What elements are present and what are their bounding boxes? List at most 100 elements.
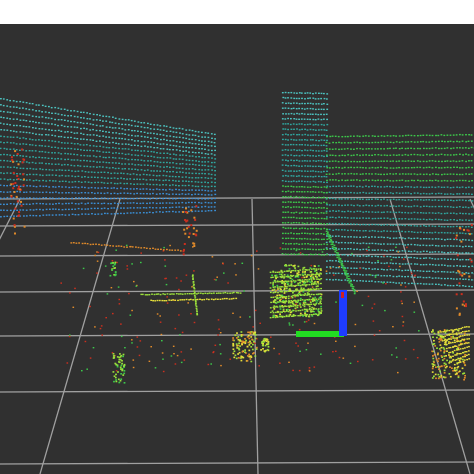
floor-point <box>194 299 197 301</box>
box-point <box>267 341 270 343</box>
right-wall-scan <box>422 140 425 143</box>
left-wall-scan <box>204 153 207 155</box>
box-point <box>263 338 266 340</box>
chair-point <box>297 289 299 292</box>
point-cloud-scene[interactable] <box>0 24 474 474</box>
left-wall-scan <box>129 212 132 214</box>
right-wall-scan <box>449 238 452 240</box>
right-wall-scan <box>377 160 380 163</box>
right-wall-scan <box>392 154 395 156</box>
left-wall-scan <box>133 193 136 195</box>
right-wall-scan <box>404 256 407 258</box>
left-wall-scan <box>25 197 28 199</box>
box-point <box>449 351 452 354</box>
box-point <box>235 343 238 345</box>
left-wall-scan <box>48 111 50 114</box>
pillar-scan <box>312 243 314 246</box>
chair-point <box>292 309 295 312</box>
left-wall-scan <box>181 128 184 130</box>
left-wall-scan <box>156 128 159 130</box>
box-point <box>253 340 255 343</box>
left-wall-scan <box>178 167 181 169</box>
right-wall-scan <box>355 267 358 269</box>
floor-point <box>227 282 229 284</box>
left-wall-scan <box>108 131 110 133</box>
chair-point <box>287 290 290 292</box>
left-wall-scan <box>191 151 194 153</box>
rviz-3d-viewport[interactable] <box>0 24 474 474</box>
left-wall-scan <box>201 144 203 146</box>
floor-point <box>196 314 199 316</box>
left-wall-scan <box>117 143 120 145</box>
right-wall-scan <box>441 245 443 247</box>
left-wall-scan <box>201 140 203 142</box>
box-point <box>452 370 454 372</box>
pillar-scan <box>295 139 298 141</box>
left-wall-scan <box>92 166 95 168</box>
left-wall-scan <box>131 149 133 151</box>
left-wall-scan <box>121 168 124 170</box>
box-point <box>440 355 443 357</box>
right-wall-scan <box>440 277 443 280</box>
pillar-scan <box>325 129 328 131</box>
chair-point <box>308 274 311 276</box>
left-wall-scan <box>191 177 194 179</box>
pillar-scan <box>292 190 295 193</box>
left-wall-scan <box>197 198 200 200</box>
left-wall-scan <box>39 215 41 217</box>
right-wall-scan <box>460 293 463 296</box>
floor-point <box>229 358 231 360</box>
right-wall-scan <box>344 192 346 194</box>
left-wall-scan <box>74 208 77 210</box>
left-wall-scan <box>184 211 187 213</box>
right-wall-scan <box>395 230 398 233</box>
left-wall-scan <box>65 202 67 205</box>
right-wall-scan <box>331 246 334 248</box>
box-point <box>432 365 434 368</box>
left-wall-scan <box>195 160 197 162</box>
left-wall-scan <box>9 215 12 218</box>
left-wall-scan <box>174 211 177 213</box>
right-wall-scan <box>425 257 428 259</box>
box-point <box>463 334 466 336</box>
right-wall-scan <box>347 142 350 144</box>
right-wall-scan <box>440 231 443 234</box>
right-wall-scan <box>413 257 416 259</box>
right-wall-scan <box>353 211 356 213</box>
left-wall-scan <box>38 122 40 124</box>
right-wall-scan <box>334 272 337 275</box>
left-wall-scan <box>12 106 15 108</box>
left-wall-scan <box>103 187 106 189</box>
chair-point <box>294 269 297 271</box>
pillar-scan <box>312 170 314 172</box>
box-point <box>454 370 457 372</box>
pillar-scan <box>326 191 328 194</box>
left-wall-scan <box>210 153 213 155</box>
box-point <box>468 358 471 360</box>
debris-point <box>123 363 126 366</box>
left-wall-scan <box>9 118 11 120</box>
chair-point <box>278 273 281 276</box>
right-wall-scan <box>468 173 471 175</box>
right-wall-scan <box>452 212 455 214</box>
left-wall-scan <box>105 166 108 169</box>
pillar-scan <box>315 139 318 142</box>
left-wall-scan <box>55 191 57 193</box>
chair-point <box>269 311 272 314</box>
left-wall-scan <box>41 122 44 124</box>
left-wall-scan <box>133 178 135 180</box>
pillar-scan <box>323 170 325 173</box>
right-wall-scan <box>413 250 416 252</box>
left-wall-scan <box>13 185 16 187</box>
left-wall-scan <box>107 202 110 205</box>
chair-point <box>276 271 279 273</box>
right-wall-scan <box>368 142 371 144</box>
floor-point <box>174 299 177 301</box>
pillar-scan <box>292 102 295 104</box>
right-wall-scan <box>389 224 392 226</box>
pillar-scan <box>323 155 325 158</box>
chair-point <box>320 269 322 271</box>
right-wall-scan <box>465 199 467 202</box>
chair-point <box>299 314 302 317</box>
left-wall-scan <box>194 193 197 195</box>
